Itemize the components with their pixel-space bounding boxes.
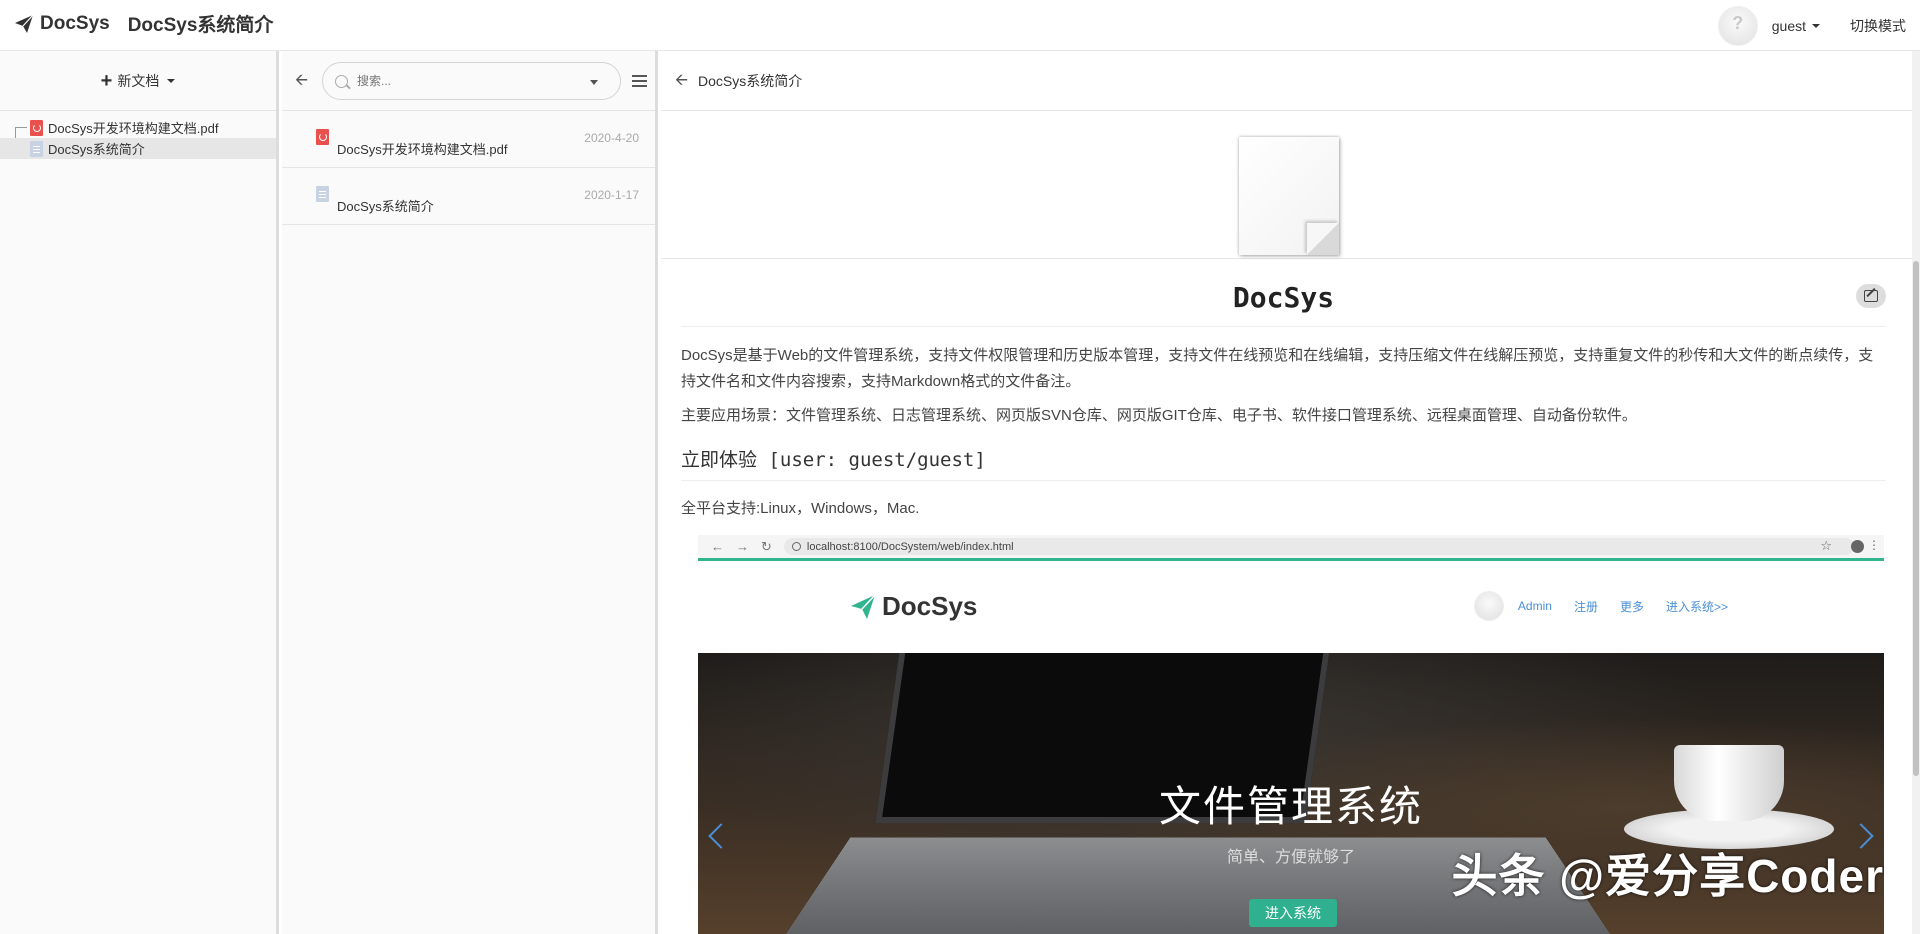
embedded-admin: Admin bbox=[1517, 599, 1552, 613]
back-arrow-icon[interactable]: 🡨 bbox=[295, 73, 308, 89]
watermark: 头条 @爱分享Coder bbox=[1451, 850, 1884, 902]
edit-button[interactable] bbox=[1856, 284, 1886, 308]
platform-text: 全平台支持:Linux，Windows，Mac. bbox=[681, 500, 920, 517]
caret-down-icon[interactable] bbox=[590, 80, 598, 85]
file-list-panel: 🡨 DocSys开发环境构建文档.pdf 2020-4-20 DocSys系统简… bbox=[282, 51, 658, 934]
paper-plane-icon bbox=[15, 14, 34, 33]
info-icon bbox=[791, 542, 801, 551]
hero-enter-button: 进入系统 bbox=[1249, 899, 1337, 927]
doc-tree-panel: + 新文档 DocSys开发环境构建文档.pdf DocSys系统简介 bbox=[0, 51, 279, 934]
reload-icon: ↻ bbox=[761, 538, 772, 554]
search-input[interactable] bbox=[355, 73, 575, 89]
plus-icon: + bbox=[100, 69, 113, 92]
search-box[interactable] bbox=[322, 62, 621, 100]
embedded-register: 注册 bbox=[1573, 599, 1598, 614]
list-item[interactable]: DocSys系统简介 2020-1-17 bbox=[282, 168, 655, 225]
brand[interactable]: DocSys DocSys系统简介 bbox=[14, 10, 273, 37]
account-icon bbox=[1851, 540, 1864, 553]
doc-file-icon bbox=[316, 186, 329, 202]
browser-toolbar: ← → ↻ localhost:8100/DocSystem/web/index… bbox=[698, 535, 1884, 558]
doc-file-icon bbox=[30, 140, 43, 157]
brand-name: DocSys bbox=[40, 12, 110, 34]
back-arrow-icon[interactable]: 🡨 bbox=[675, 72, 688, 89]
embedded-nav-links: Admin 注册 更多 进入系统>> bbox=[1473, 591, 1728, 621]
embedded-screenshot: ← → ↻ localhost:8100/DocSystem/web/index… bbox=[698, 535, 1884, 934]
embedded-brand-name: DocSys bbox=[882, 591, 978, 621]
new-doc-label: 新文档 bbox=[117, 72, 160, 89]
caret-down-icon bbox=[1812, 23, 1820, 28]
doc-paragraph: 主要应用场景：文件管理系统、日志管理系统、网页版SVN仓库、网页版GIT仓库、电… bbox=[681, 407, 1637, 424]
forward-arrow-icon: → bbox=[736, 539, 749, 554]
list-menu-icon[interactable] bbox=[632, 75, 647, 87]
search-icon bbox=[335, 74, 348, 88]
top-navbar: DocSys DocSys系统简介 guest 切换模式 bbox=[0, 0, 1920, 51]
list-item[interactable]: DocSys开发环境构建文档.pdf 2020-4-20 bbox=[282, 111, 655, 168]
content-header: 🡨 DocSys系统简介 bbox=[661, 51, 1920, 111]
pdf-file-icon bbox=[316, 129, 329, 145]
list-item-name: DocSys系统简介 bbox=[337, 199, 434, 214]
tree-item-label: DocSys系统简介 bbox=[48, 142, 145, 157]
content-doc-title: DocSys系统简介 bbox=[698, 72, 803, 89]
paper-plane-icon bbox=[851, 593, 876, 619]
navbar-doc-title: DocSys系统简介 bbox=[127, 15, 274, 36]
tree-item-selected[interactable]: DocSys系统简介 bbox=[0, 138, 276, 159]
edit-icon bbox=[1864, 290, 1878, 302]
tree-header: + 新文档 bbox=[0, 51, 276, 111]
doc-content-panel: 🡨 DocSys系统简介 DocSys DocSys是基于Web的文件管理系统，… bbox=[661, 51, 1920, 934]
switch-mode-link[interactable]: 切换模式 bbox=[1850, 16, 1906, 36]
avatar bbox=[1473, 591, 1504, 621]
kebab-menu-icon: ⋮ bbox=[1868, 538, 1880, 552]
user-name: guest bbox=[1771, 17, 1806, 34]
file-preview-area bbox=[661, 111, 1920, 259]
doc-heading: DocSys bbox=[681, 259, 1886, 327]
file-icon bbox=[1239, 137, 1339, 255]
user-avatar[interactable] bbox=[1717, 5, 1758, 46]
star-icon: ☆ bbox=[1820, 538, 1832, 553]
caret-down-icon bbox=[167, 78, 176, 83]
content-scrollbar[interactable] bbox=[1912, 51, 1920, 934]
doc-tree: DocSys开发环境构建文档.pdf DocSys系统简介 bbox=[0, 111, 276, 159]
embedded-brand: DocSys bbox=[850, 591, 977, 622]
list-item-date: 2020-4-20 bbox=[584, 131, 639, 145]
hero-banner: 文件管理系统 简单、方便就够了 进入系统 头条 @爱分享Coder bbox=[698, 653, 1884, 934]
back-arrow-icon: ← bbox=[711, 539, 724, 554]
embedded-enter-link: 进入系统>> bbox=[1665, 599, 1728, 614]
embedded-more: 更多 bbox=[1619, 599, 1644, 614]
hero-title: 文件管理系统 bbox=[1158, 783, 1423, 830]
tree-item-label: DocSys开发环境构建文档.pdf bbox=[48, 121, 219, 136]
doc-paragraph: DocSys是基于Web的文件管理系统，支持文件权限管理和历史版本管理，支持文件… bbox=[681, 347, 1874, 390]
new-doc-button[interactable]: + 新文档 bbox=[101, 71, 176, 91]
list-item-name: DocSys开发环境构建文档.pdf bbox=[337, 142, 508, 157]
url-text: localhost:8100/DocSystem/web/index.html bbox=[806, 540, 1014, 553]
scrollbar-thumb[interactable] bbox=[1913, 261, 1919, 776]
doc-body: DocSys DocSys是基于Web的文件管理系统，支持文件权限管理和历史版本… bbox=[661, 259, 1920, 518]
tree-item[interactable]: DocSys开发环境构建文档.pdf bbox=[0, 117, 276, 138]
pdf-file-icon bbox=[30, 119, 43, 136]
user-menu[interactable]: guest bbox=[1772, 18, 1820, 34]
list-item-date: 2020-1-17 bbox=[584, 188, 639, 202]
embedded-navbar: DocSys Admin 注册 更多 进入系统>> bbox=[698, 561, 1884, 653]
list-header: 🡨 bbox=[282, 51, 655, 111]
doc-subheading: 立即体验 [user: guest/guest] bbox=[681, 445, 1886, 481]
url-bar: localhost:8100/DocSystem/web/index.html bbox=[783, 538, 1854, 555]
